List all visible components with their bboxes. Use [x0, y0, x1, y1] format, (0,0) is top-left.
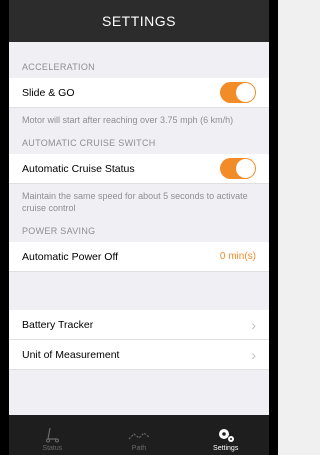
slide-and-go-footnote: Motor will start after reaching over 3.7…: [22, 115, 234, 125]
cruise-footnote: Maintain the same speed for about 5 seco…: [22, 191, 248, 213]
slide-and-go-label: Slide & GO: [22, 86, 75, 99]
path-icon: [128, 429, 150, 443]
tab-bar: Status Path Settings: [9, 415, 269, 455]
page-title: SETTINGS: [101, 13, 176, 29]
chevron-right-icon: ›: [251, 346, 256, 363]
cruise-status-label: Automatic Cruise Status: [22, 162, 135, 175]
auto-power-off-row[interactable]: Automatic Power Off 0 min(s): [9, 242, 269, 272]
cruise-status-row: Automatic Cruise Status: [9, 154, 269, 184]
cruise-status-toggle[interactable]: [220, 158, 256, 179]
chevron-right-icon: ›: [251, 316, 256, 333]
tab-status[interactable]: Status: [9, 415, 96, 455]
unit-of-measurement-label: Unit of Measurement: [22, 348, 120, 361]
toggle-knob: [236, 83, 255, 102]
tab-status-label: Status: [42, 445, 63, 452]
unit-of-measurement-row[interactable]: Unit of Measurement ›: [9, 340, 269, 370]
tab-path[interactable]: Path: [96, 415, 183, 455]
slide-and-go-row: Slide & GO: [9, 78, 269, 108]
slide-and-go-toggle[interactable]: [220, 82, 256, 103]
auto-power-off-value: 0 min(s): [219, 251, 256, 262]
tab-path-label: Path: [131, 445, 147, 452]
battery-tracker-row[interactable]: Battery Tracker ›: [9, 310, 269, 340]
battery-tracker-label: Battery Tracker: [22, 318, 94, 331]
tab-settings-label: Settings: [213, 445, 239, 452]
section-header-acceleration: ACCELERATION: [22, 62, 95, 72]
section-header-power: POWER SAVING: [22, 226, 96, 236]
scooter-icon: [44, 427, 60, 443]
gears-icon: [217, 427, 235, 443]
navigation-bar: SETTINGS: [9, 0, 269, 42]
toggle-knob: [236, 159, 255, 178]
app-screen: SETTINGS ACCELERATION Slide & GO Motor w…: [9, 0, 269, 455]
auto-power-off-label: Automatic Power Off: [22, 250, 119, 263]
section-header-cruise: AUTOMATIC CRUISE SWITCH: [22, 138, 156, 148]
device-frame: SETTINGS ACCELERATION Slide & GO Motor w…: [0, 0, 278, 455]
tab-settings[interactable]: Settings: [182, 415, 269, 455]
